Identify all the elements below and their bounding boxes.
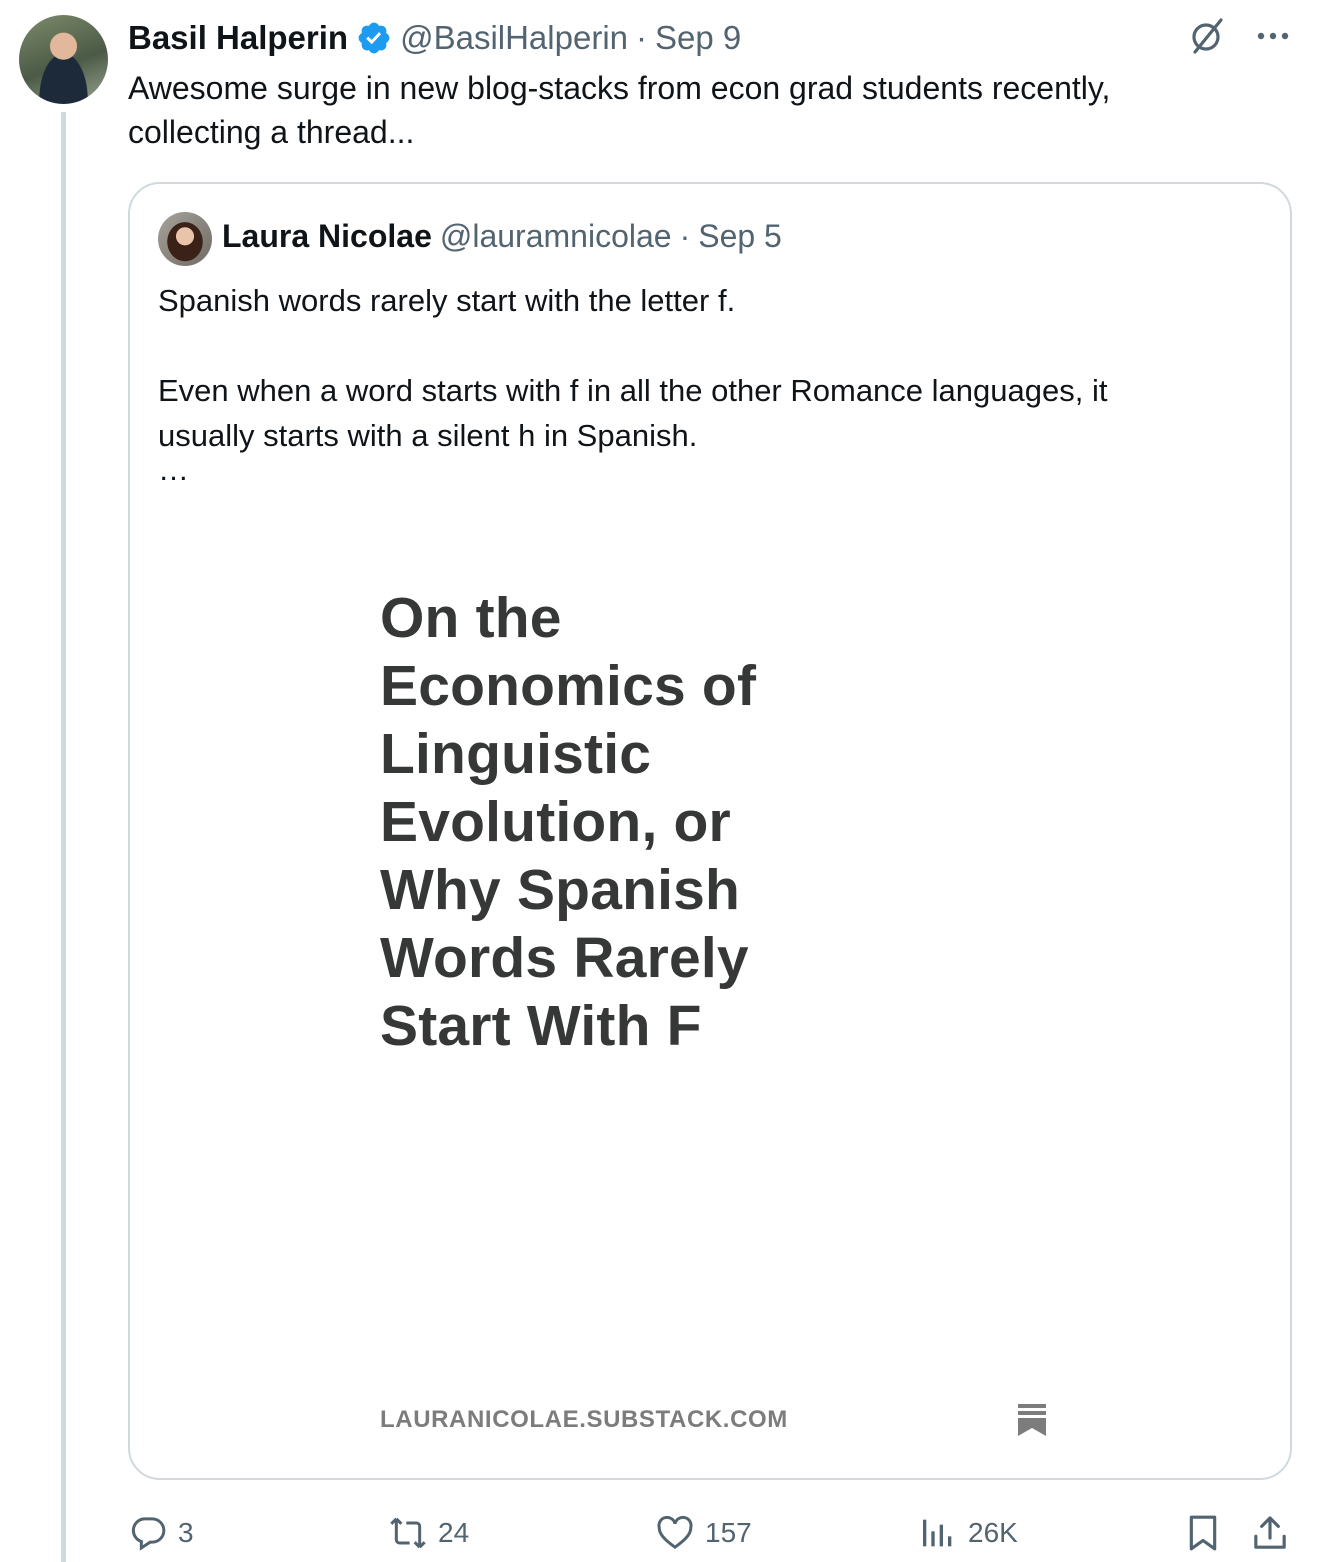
title-line: Start With F xyxy=(380,994,702,1058)
separator-dot: · xyxy=(679,218,691,254)
tweet-text: Awesome surge in new blog-stacks from ec… xyxy=(128,66,1258,154)
title-line: Evolution, or xyxy=(380,790,731,854)
title-line: On the xyxy=(380,586,562,650)
views-button[interactable]: 26K xyxy=(918,1508,1018,1558)
bookmark-icon xyxy=(1189,1515,1217,1551)
tweet-date[interactable]: Sep 9 xyxy=(655,19,741,57)
author-name[interactable]: Basil Halperin xyxy=(128,19,348,57)
quoted-tweet-text: Spanish words rarely start with the lett… xyxy=(158,278,1258,503)
quoted-tweet-date[interactable]: Sep 5 xyxy=(698,218,782,255)
article-card-domain: LAURANICOLAE.SUBSTACK.COM xyxy=(380,1406,788,1433)
author-handle[interactable]: @BasilHalperin xyxy=(400,19,628,57)
quoted-author-handle[interactable]: @lauramnicolae xyxy=(440,218,672,255)
tweet-text-line: collecting a thread... xyxy=(128,114,415,150)
title-line: Words Rarely xyxy=(380,926,749,990)
quoted-paragraph-line: usually starts with a silent h in Spanis… xyxy=(158,418,698,453)
title-line: Why Spanish xyxy=(380,858,741,922)
tweet-top-actions xyxy=(1187,16,1293,56)
quoted-paragraph: Spanish words rarely start with the lett… xyxy=(158,283,736,318)
substack-logo-icon xyxy=(1018,1404,1046,1436)
title-line: Linguistic xyxy=(380,722,652,786)
repost-button[interactable]: 24 xyxy=(388,1508,469,1558)
share-button[interactable] xyxy=(1250,1508,1290,1558)
reply-icon xyxy=(131,1517,166,1551)
repost-count: 24 xyxy=(438,1517,470,1548)
views-icon xyxy=(923,1519,952,1547)
quoted-paragraph-line: Even when a word starts with f in all th… xyxy=(158,373,1108,408)
tweet-action-bar: 3 24 157 26K xyxy=(128,1508,1293,1558)
like-count: 157 xyxy=(705,1517,752,1548)
quoted-author-name[interactable]: Laura Nicolae xyxy=(222,218,432,255)
heart-icon xyxy=(657,1515,693,1550)
tweet-header: Basil Halperin @BasilHalperin · Sep 9 xyxy=(128,16,741,60)
title-line: Economics of xyxy=(380,654,757,718)
quoted-tweet-header: Laura Nicolae @lauramnicolae · Sep 5 xyxy=(222,218,782,255)
bookmark-button[interactable] xyxy=(1183,1508,1223,1558)
article-card-title[interactable]: On the Economics of Linguistic Evolution… xyxy=(380,584,820,1060)
author-avatar[interactable] xyxy=(19,15,108,104)
verified-badge-icon xyxy=(358,22,390,54)
more-icon[interactable] xyxy=(1253,16,1293,56)
truncation-ellipsis: … xyxy=(158,452,189,487)
quoted-author-avatar[interactable] xyxy=(158,212,212,266)
share-icon xyxy=(1254,1516,1286,1549)
like-button[interactable]: 157 xyxy=(655,1508,752,1558)
views-count: 26K xyxy=(968,1517,1018,1548)
separator-dot: · xyxy=(636,19,648,56)
quoted-tweet[interactable]: Laura Nicolae @lauramnicolae · Sep 5 Spa… xyxy=(128,182,1292,1480)
repost-icon xyxy=(390,1517,426,1549)
reply-button[interactable]: 3 xyxy=(128,1508,194,1558)
grok-icon[interactable] xyxy=(1187,16,1227,56)
tweet-text-line: Awesome surge in new blog-stacks from ec… xyxy=(128,70,1111,106)
reply-count: 3 xyxy=(178,1517,194,1548)
thread-connector-line xyxy=(61,112,66,1562)
